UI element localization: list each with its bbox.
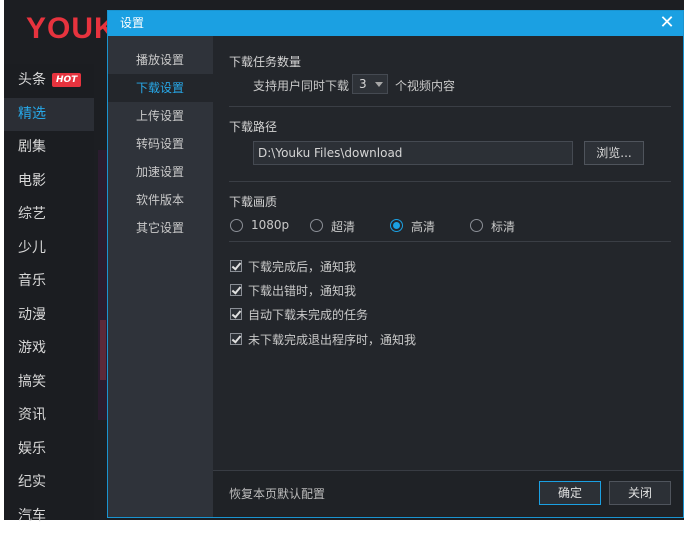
checkbox-auto-resume[interactable] bbox=[230, 308, 242, 320]
tab-transcode-settings[interactable]: 转码设置 bbox=[108, 130, 213, 158]
nav-item-auto[interactable]: 汽车 bbox=[4, 500, 94, 533]
nav-item-documentary[interactable]: 纪实 bbox=[4, 466, 94, 500]
radio-label-sd: 标清 bbox=[491, 218, 515, 235]
dialog-title-bar[interactable]: 设置 ✕ bbox=[108, 11, 683, 36]
notify-exit-label: 未下载完成退出程序时，通知我 bbox=[248, 331, 416, 348]
radio-label-1080p: 1080p bbox=[251, 218, 289, 232]
task-count-heading: 下载任务数量 bbox=[229, 53, 301, 70]
reset-defaults-link[interactable]: 恢复本页默认配置 bbox=[229, 485, 325, 502]
divider bbox=[229, 106, 671, 107]
checkbox-notify-exit[interactable] bbox=[230, 333, 242, 345]
tab-software-version[interactable]: 软件版本 bbox=[108, 186, 213, 214]
radio-sd[interactable] bbox=[470, 219, 483, 232]
nav-item-movies[interactable]: 电影 bbox=[4, 165, 94, 199]
app-sidebar: 头条 HOT 精选 剧集 电影 综艺 少儿 音乐 动漫 游戏 搞笑 资讯 娱乐 纪… bbox=[4, 64, 94, 520]
download-path-heading: 下载路径 bbox=[229, 118, 277, 135]
dialog-title: 设置 bbox=[120, 11, 144, 36]
settings-sidebar: 播放设置 下载设置 上传设置 转码设置 加速设置 软件版本 其它设置 bbox=[108, 36, 213, 517]
tab-playback-settings[interactable]: 播放设置 bbox=[108, 46, 213, 74]
divider bbox=[229, 181, 671, 182]
nav-item-entertainment[interactable]: 娱乐 bbox=[4, 433, 94, 467]
radio-hd[interactable] bbox=[390, 219, 403, 232]
nav-item-funny[interactable]: 搞笑 bbox=[4, 366, 94, 400]
ok-button[interactable]: 确定 bbox=[539, 481, 601, 505]
notify-error-label: 下载出错时，通知我 bbox=[248, 282, 356, 299]
nav-item-label: 头条 bbox=[18, 72, 46, 88]
nav-item-featured[interactable]: 精选 bbox=[4, 98, 94, 132]
tab-other-settings[interactable]: 其它设置 bbox=[108, 214, 213, 242]
app-scrollbar-thumb[interactable] bbox=[100, 320, 106, 380]
task-count-suffix: 个视频内容 bbox=[395, 77, 455, 94]
task-count-select[interactable]: 3 bbox=[352, 74, 388, 94]
browse-button[interactable]: 浏览... bbox=[584, 141, 644, 165]
radio-label-hd: 高清 bbox=[411, 218, 435, 235]
nav-item-kids[interactable]: 少儿 bbox=[4, 232, 94, 266]
close-button[interactable]: 关闭 bbox=[609, 481, 671, 505]
nav-item-anime[interactable]: 动漫 bbox=[4, 299, 94, 333]
download-path-input[interactable] bbox=[253, 141, 573, 165]
task-count-value: 3 bbox=[359, 75, 367, 93]
checkbox-notify-complete[interactable] bbox=[230, 260, 242, 272]
tab-acceleration-settings[interactable]: 加速设置 bbox=[108, 158, 213, 186]
auto-resume-label: 自动下载未完成的任务 bbox=[248, 306, 368, 323]
hot-badge: HOT bbox=[52, 73, 81, 87]
quality-heading: 下载画质 bbox=[229, 193, 277, 210]
dialog-footer: 恢复本页默认配置 确定 关闭 bbox=[213, 470, 683, 517]
nav-item-games[interactable]: 游戏 bbox=[4, 332, 94, 366]
tab-upload-settings[interactable]: 上传设置 bbox=[108, 102, 213, 130]
tab-download-settings[interactable]: 下载设置 bbox=[108, 74, 213, 102]
task-count-prefix: 支持用户同时下载 bbox=[253, 77, 349, 94]
radio-1080p[interactable] bbox=[230, 219, 243, 232]
divider bbox=[229, 241, 671, 242]
youku-logo: YOUK bbox=[26, 12, 117, 46]
radio-label-super-hd: 超清 bbox=[331, 218, 355, 235]
notify-complete-label: 下载完成后，通知我 bbox=[248, 258, 356, 275]
settings-content: 下载任务数量 支持用户同时下载 3 个视频内容 下载路径 浏览... 下载画质 … bbox=[213, 36, 683, 517]
nav-item-series[interactable]: 剧集 bbox=[4, 131, 94, 165]
nav-item-variety[interactable]: 综艺 bbox=[4, 198, 94, 232]
nav-item-headlines[interactable]: 头条 HOT bbox=[4, 64, 94, 98]
settings-dialog: 设置 ✕ 播放设置 下载设置 上传设置 转码设置 加速设置 软件版本 其它设置 … bbox=[107, 10, 684, 518]
close-icon[interactable]: ✕ bbox=[657, 13, 677, 33]
nav-item-music[interactable]: 音乐 bbox=[4, 265, 94, 299]
checkbox-notify-error[interactable] bbox=[230, 284, 242, 296]
chevron-down-icon bbox=[375, 82, 383, 87]
nav-item-news[interactable]: 资讯 bbox=[4, 399, 94, 433]
radio-super-hd[interactable] bbox=[310, 219, 323, 232]
